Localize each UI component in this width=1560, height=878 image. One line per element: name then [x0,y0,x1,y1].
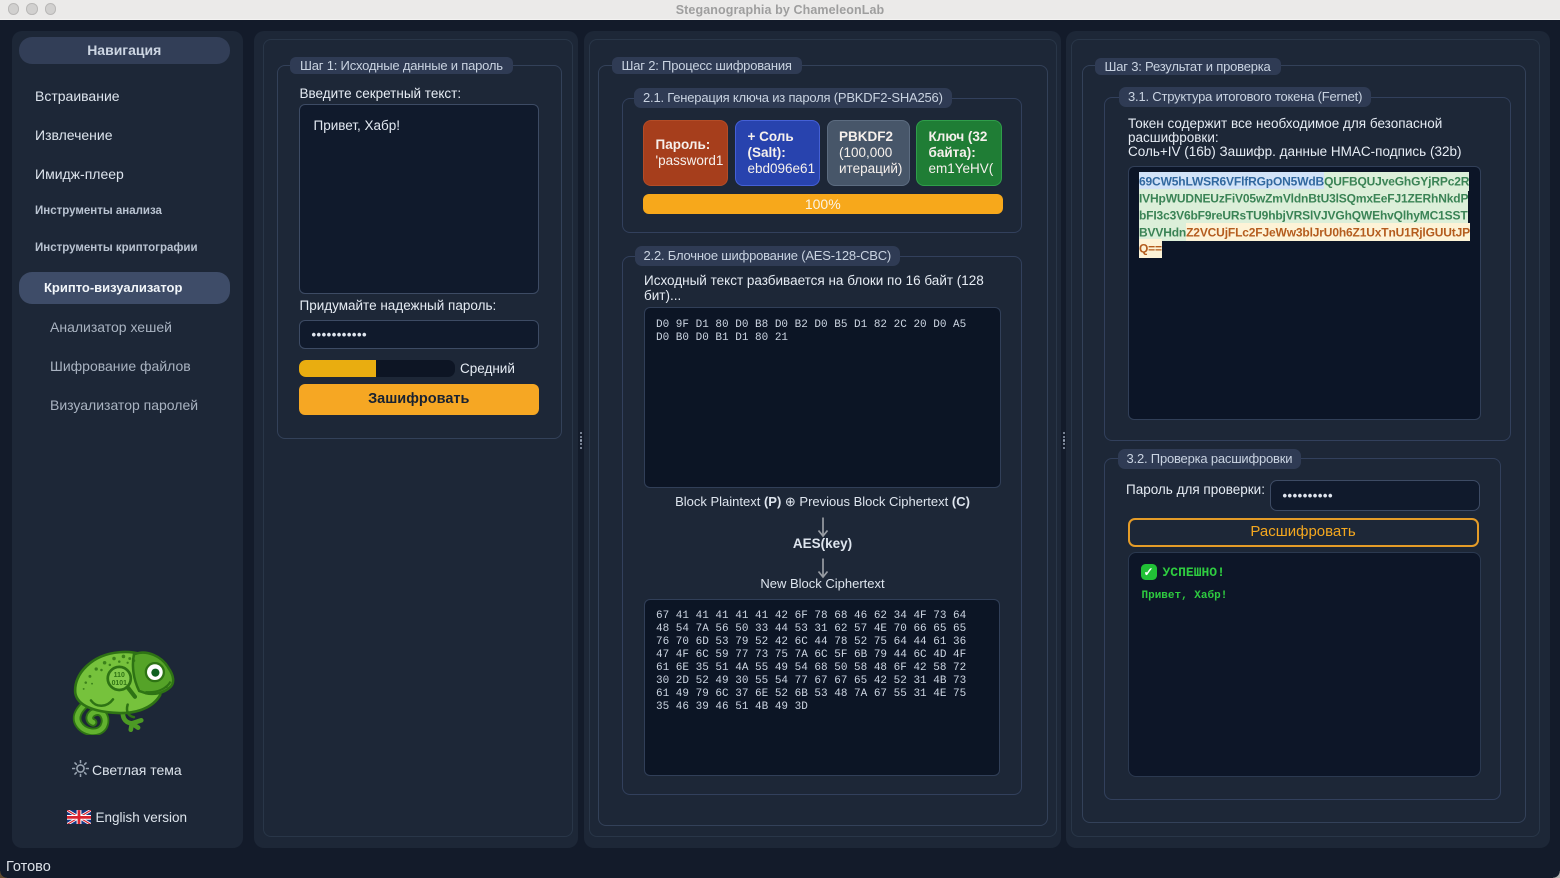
svg-text:110: 110 [114,672,125,679]
svg-text:0101: 0101 [112,680,128,687]
